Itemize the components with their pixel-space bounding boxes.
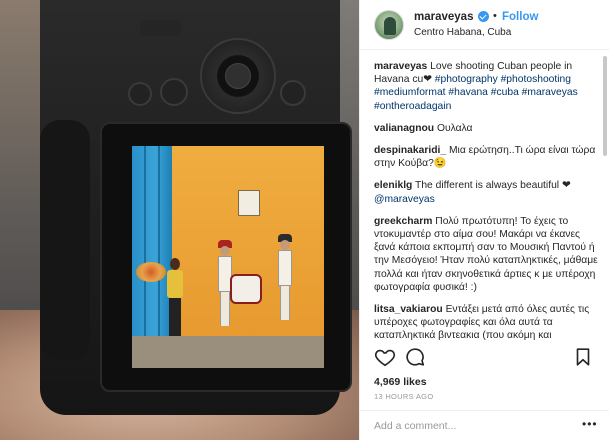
comments-scrollbar[interactable]: [603, 56, 607, 156]
comment-item: valianagnou Ουλαλα: [374, 122, 598, 135]
woman-head: [170, 258, 180, 270]
comment-item: eleniklg The different is always beautif…: [374, 179, 598, 205]
heart-icon[interactable]: [374, 346, 396, 368]
sidewalk: [132, 336, 324, 368]
header-username[interactable]: maraveyas: [414, 11, 473, 23]
instagram-post: maraveyas • Follow Centro Habana, Cuba m…: [0, 0, 609, 440]
camera-button-right: [280, 80, 306, 106]
bookmark-icon[interactable]: [572, 346, 594, 368]
soldier-legs: [280, 286, 290, 320]
door-panel-line: [144, 146, 146, 336]
soldier-head: [280, 240, 290, 250]
wall-sign: [238, 190, 260, 216]
comment-username[interactable]: litsa_vakiarou: [374, 304, 443, 315]
camera-button-left: [128, 82, 152, 106]
comment-username[interactable]: valianagnou: [374, 123, 434, 134]
comment-input[interactable]: [374, 418, 564, 434]
follow-button[interactable]: Follow: [502, 11, 538, 23]
soldier-coat: [278, 250, 292, 286]
camera-screen-bezel: [100, 122, 352, 392]
soldier-head: [220, 246, 230, 256]
soldier-legs: [220, 292, 230, 326]
comment-text: Πολύ πρωτότυπη! Το έχεις το ντοκυμαντέρ …: [374, 215, 598, 293]
woman-figure: [166, 258, 184, 344]
likes-count[interactable]: 4,969 likes: [374, 376, 427, 388]
camera-control-dial: [200, 38, 276, 114]
mural-drum: [230, 274, 262, 304]
location-link[interactable]: Centro Habana, Cuba: [414, 27, 511, 38]
post-side-panel: maraveyas • Follow Centro Habana, Cuba m…: [359, 0, 609, 440]
comment-bubble-icon[interactable]: [404, 346, 426, 368]
post-photo[interactable]: [0, 0, 359, 440]
camera-top-button: [140, 20, 182, 36]
camera-grip: [40, 120, 90, 360]
comment-item: despinakaridi_ Μια ερώτηση..Τι ώρα είναι…: [374, 144, 598, 170]
more-options-icon[interactable]: •••: [582, 417, 598, 431]
caption-username[interactable]: maraveyas: [374, 61, 427, 72]
woman-torso: [167, 270, 183, 298]
add-comment-section: •••: [360, 410, 609, 440]
comments-list[interactable]: maraveyas Love shooting Cuban people in …: [374, 60, 598, 368]
avatar[interactable]: [374, 10, 404, 40]
caption: maraveyas Love shooting Cuban people in …: [374, 60, 598, 113]
comment-username[interactable]: greekcharm: [374, 216, 432, 227]
dial-center: [225, 63, 251, 89]
camera-screen: [132, 146, 324, 368]
comment-username[interactable]: eleniklg: [374, 180, 412, 191]
orange-wall: [168, 146, 324, 336]
post-timestamp: 13 HOURS AGO: [374, 392, 434, 401]
camera-button-q: [160, 78, 188, 106]
separator-dot: •: [493, 10, 497, 22]
comment-item: greekcharm Πολύ πρωτότυπη! Το έχεις το ν…: [374, 215, 598, 294]
comment-username[interactable]: despinakaridi_: [374, 145, 446, 156]
avatar-figure: [384, 17, 396, 35]
camera-body: [40, 0, 352, 415]
fruit-basket: [136, 262, 166, 282]
comment-text: Ουλαλα: [436, 122, 473, 134]
woman-legs: [169, 298, 181, 340]
comment-mention[interactable]: @maraveyas: [374, 194, 435, 205]
post-header: maraveyas • Follow Centro Habana, Cuba: [360, 0, 609, 50]
door-panel-line: [158, 146, 160, 336]
action-bar: [360, 342, 609, 376]
comment-text: The different is always beautiful ❤: [415, 180, 571, 192]
verified-badge-icon: [478, 11, 489, 22]
